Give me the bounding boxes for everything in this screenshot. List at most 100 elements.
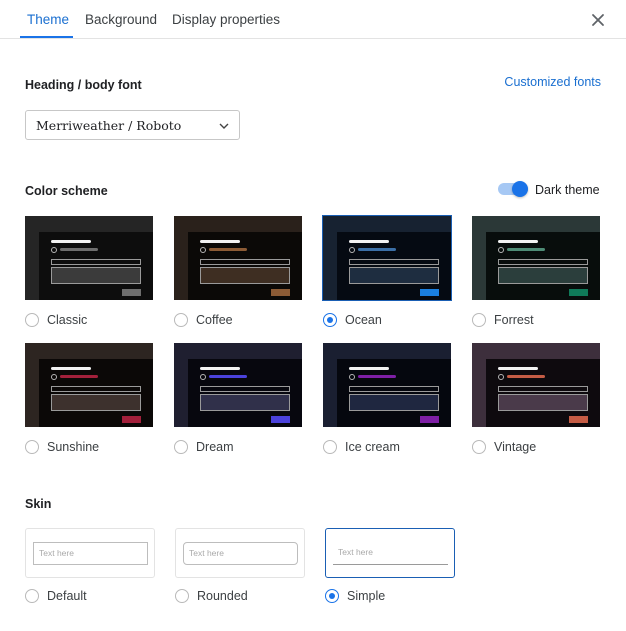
scheme-label: Vintage: [494, 440, 537, 454]
preview-accent-line: [60, 375, 98, 378]
scheme-preview-body: [486, 359, 600, 427]
scheme-label: Sunshine: [47, 440, 100, 454]
preview-textarea-field: [51, 394, 141, 411]
radio-button[interactable]: [472, 313, 486, 327]
scheme-card-sunshine[interactable]: [25, 343, 153, 427]
preview-input-field: [51, 259, 141, 265]
preview-input-field: [349, 259, 439, 265]
scheme-card-forrest[interactable]: [472, 216, 600, 300]
preview-radio-dot: [200, 374, 206, 380]
scheme-preview-body: [39, 359, 153, 427]
scheme-card-dream[interactable]: [174, 343, 302, 427]
preview-button: [271, 416, 290, 423]
customized-fonts-link[interactable]: Customized fonts: [504, 75, 601, 89]
radio-button[interactable]: [175, 589, 189, 603]
preview-input-field: [498, 259, 588, 265]
radio-button[interactable]: [472, 440, 486, 454]
skin-preview-default[interactable]: Text here: [25, 528, 155, 578]
skin-label: Default: [47, 589, 87, 603]
active-tab-indicator: [20, 36, 73, 38]
chevron-down-icon: [219, 123, 229, 129]
radio-button[interactable]: [25, 440, 39, 454]
scheme-label: Forrest: [494, 313, 534, 327]
preview-textarea-field: [349, 394, 439, 411]
preview-heading-line: [51, 367, 91, 370]
preview-textarea-field: [498, 267, 588, 284]
font-section-title: Heading / body font: [25, 78, 142, 92]
tab-bar: Theme Background Display properties: [0, 0, 626, 39]
radio-button[interactable]: [25, 589, 39, 603]
preview-accent-line: [358, 375, 396, 378]
preview-button: [569, 289, 588, 296]
preview-accent-line: [209, 248, 247, 251]
scheme-preview-body: [39, 232, 153, 300]
scheme-card-vintage[interactable]: [472, 343, 600, 427]
skin-sample-input: Text here: [183, 542, 298, 565]
close-icon: [592, 14, 604, 26]
scheme-card-classic[interactable]: [25, 216, 153, 300]
preview-radio-dot: [498, 247, 504, 253]
preview-input-field: [200, 386, 290, 392]
scheme-label: Dream: [196, 440, 234, 454]
preview-heading-line: [498, 367, 538, 370]
scheme-label: Ocean: [345, 313, 382, 327]
preview-button: [122, 416, 141, 423]
preview-button: [122, 289, 141, 296]
font-select-value: Merriweather / Roboto: [36, 118, 182, 133]
preview-heading-line: [200, 367, 240, 370]
preview-radio-dot: [349, 374, 355, 380]
scheme-preview-body: [337, 232, 451, 300]
radio-button[interactable]: [174, 313, 188, 327]
scheme-card-coffee[interactable]: [174, 216, 302, 300]
preview-accent-line: [507, 248, 545, 251]
preview-accent-line: [60, 248, 98, 251]
scheme-label: Coffee: [196, 313, 233, 327]
skin-sample-input: Text here: [33, 542, 148, 565]
preview-radio-dot: [349, 247, 355, 253]
preview-heading-line: [349, 240, 389, 243]
scheme-card-ice-cream[interactable]: [323, 343, 451, 427]
dark-theme-label: Dark theme: [535, 183, 600, 197]
preview-input-field: [200, 259, 290, 265]
preview-textarea-field: [200, 394, 290, 411]
preview-textarea-field: [200, 267, 290, 284]
scheme-preview-body: [188, 359, 302, 427]
preview-textarea-field: [498, 394, 588, 411]
tab-display-properties[interactable]: Display properties: [172, 0, 280, 39]
preview-heading-line: [200, 240, 240, 243]
preview-radio-dot: [51, 374, 57, 380]
dark-theme-toggle[interactable]: [498, 181, 528, 197]
skin-label: Simple: [347, 589, 386, 603]
font-select[interactable]: Merriweather / Roboto: [25, 110, 240, 140]
radio-button[interactable]: [323, 440, 337, 454]
preview-heading-line: [349, 367, 389, 370]
skin-sample-input: Text here: [333, 542, 448, 565]
radio-button[interactable]: [25, 313, 39, 327]
skin-label: Rounded: [197, 589, 248, 603]
preview-accent-line: [358, 248, 396, 251]
preview-button: [569, 416, 588, 423]
color-scheme-title: Color scheme: [25, 184, 108, 198]
scheme-preview-body: [486, 232, 600, 300]
preview-button: [420, 289, 439, 296]
preview-button: [271, 289, 290, 296]
preview-input-field: [349, 386, 439, 392]
scheme-preview-body: [337, 359, 451, 427]
radio-button[interactable]: [325, 589, 339, 603]
preview-button: [420, 416, 439, 423]
preview-accent-line: [209, 375, 247, 378]
preview-heading-line: [498, 240, 538, 243]
preview-textarea-field: [51, 267, 141, 284]
preview-radio-dot: [498, 374, 504, 380]
tab-background[interactable]: Background: [85, 0, 157, 39]
tab-theme[interactable]: Theme: [27, 0, 69, 39]
preview-textarea-field: [349, 267, 439, 284]
radio-button[interactable]: [323, 313, 337, 327]
skin-preview-simple[interactable]: Text here: [325, 528, 455, 578]
skin-preview-rounded[interactable]: Text here: [175, 528, 305, 578]
scheme-card-ocean[interactable]: [322, 215, 452, 301]
skin-title: Skin: [25, 497, 52, 511]
toggle-knob: [512, 181, 528, 197]
radio-button[interactable]: [174, 440, 188, 454]
close-button[interactable]: [588, 10, 608, 30]
